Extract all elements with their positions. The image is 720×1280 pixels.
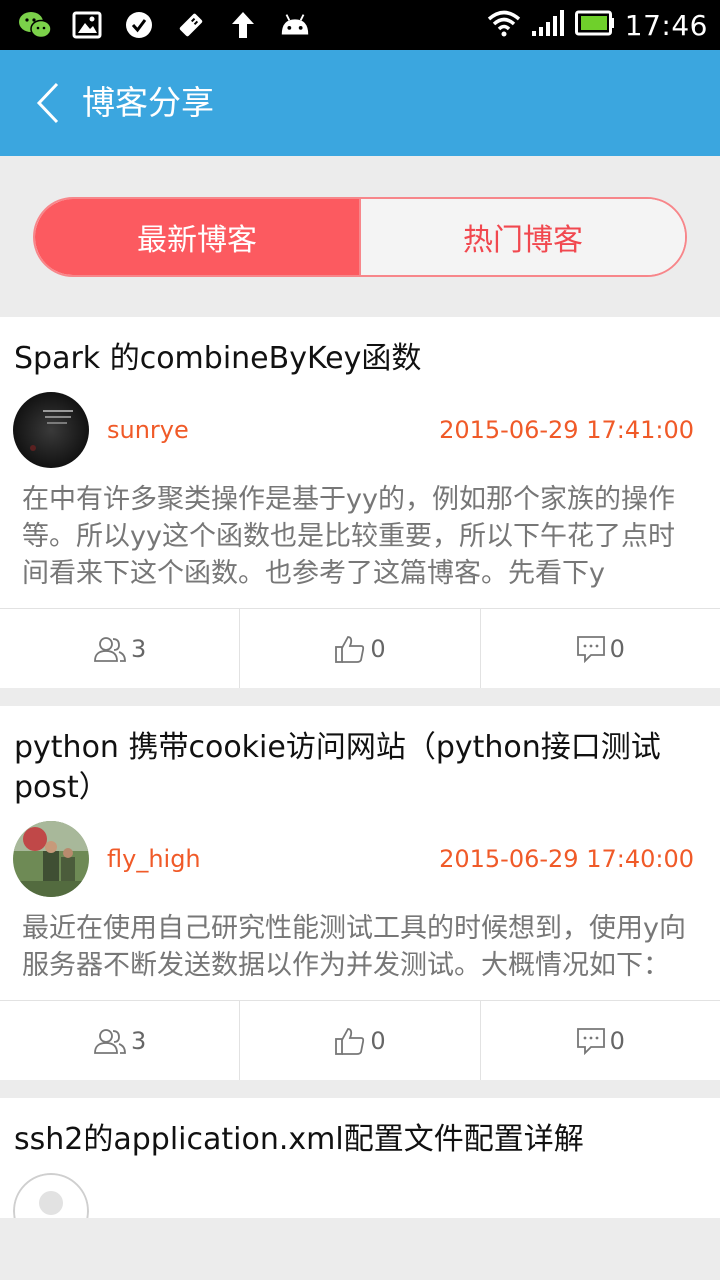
author-name[interactable]: sunrye <box>107 416 189 444</box>
blog-stats: 3 0 0 <box>0 1000 720 1080</box>
views-count: 3 <box>131 1026 147 1055</box>
check-circle-icon <box>122 9 156 41</box>
page-title: 博客分享 <box>82 83 214 122</box>
author-name[interactable]: fly_high <box>107 845 201 873</box>
blog-card[interactable]: Spark 的combineByKey函数 sunrye 2015-06-29 … <box>0 317 720 688</box>
thumbs-up-icon <box>335 1027 365 1055</box>
likes-stat[interactable]: 0 <box>239 609 479 688</box>
battery-icon <box>574 10 615 40</box>
post-date: 2015-06-29 17:40:00 <box>439 845 694 873</box>
thumbs-up-icon <box>335 635 365 663</box>
back-button[interactable] <box>28 78 68 128</box>
blog-tabs: 最新博客 热门博客 <box>33 197 687 277</box>
blog-meta: sunrye 2015-06-29 17:41:00 <box>0 389 720 471</box>
blog-summary: 最近在使用自己研究性能测试工具的时候想到，使用y向服务器不断发送数据以作为并发测… <box>22 913 686 981</box>
image-icon <box>70 9 104 41</box>
blog-card[interactable]: python 携带cookie访问网站（python接口测试post） fly_… <box>0 706 720 1080</box>
clock: 17:46 <box>624 8 708 42</box>
avatar[interactable] <box>13 1173 89 1218</box>
blog-list: Spark 的combineByKey函数 sunrye 2015-06-29 … <box>0 317 720 1236</box>
views-count: 3 <box>131 634 147 663</box>
status-bar: 17:46 <box>0 0 720 50</box>
tab-latest[interactable]: 最新博客 <box>35 199 359 275</box>
avatar[interactable] <box>13 392 89 468</box>
tab-hot[interactable]: 热门博客 <box>359 199 685 275</box>
comments-count: 0 <box>609 634 625 663</box>
blog-title[interactable]: ssh2的application.xml配置文件配置详解 <box>0 1098 720 1170</box>
android-icon <box>278 9 312 41</box>
views-stat[interactable]: 3 <box>0 1001 239 1080</box>
comments-stat[interactable]: 0 <box>479 1001 720 1080</box>
app-header: 博客分享 <box>0 50 720 156</box>
comment-icon <box>576 635 605 663</box>
blog-card[interactable]: ssh2的application.xml配置文件配置详解 <box>0 1098 720 1218</box>
chevron-left-icon <box>36 82 59 124</box>
upload-arrow-icon <box>226 9 260 41</box>
comments-count: 0 <box>609 1026 625 1055</box>
blog-stats: 3 0 0 <box>0 608 720 688</box>
system-indicators: 17:46 <box>487 6 708 44</box>
notification-icons <box>18 8 312 42</box>
blog-title[interactable]: python 携带cookie访问网站（python接口测试post） <box>0 706 720 818</box>
wechat-icon <box>18 9 52 41</box>
comments-stat[interactable]: 0 <box>479 609 720 688</box>
users-icon <box>94 636 126 662</box>
blog-meta <box>0 1170 720 1218</box>
blog-meta: fly_high 2015-06-29 17:40:00 <box>0 818 720 900</box>
views-stat[interactable]: 3 <box>0 609 239 688</box>
wifi-icon <box>487 9 521 41</box>
likes-count: 0 <box>370 1026 386 1055</box>
signal-icon <box>531 9 565 41</box>
users-icon <box>94 1028 126 1054</box>
likes-count: 0 <box>370 634 386 663</box>
usb-debug-icon <box>174 9 208 41</box>
comment-icon <box>576 1027 605 1055</box>
post-date: 2015-06-29 17:41:00 <box>439 416 694 444</box>
blog-summary: 在中有许多聚类操作是基于yy的，例如那个家族的操作等。所以yy这个函数也是比较重… <box>22 484 675 589</box>
blog-title[interactable]: Spark 的combineByKey函数 <box>0 317 720 389</box>
avatar[interactable] <box>13 821 89 897</box>
likes-stat[interactable]: 0 <box>239 1001 479 1080</box>
